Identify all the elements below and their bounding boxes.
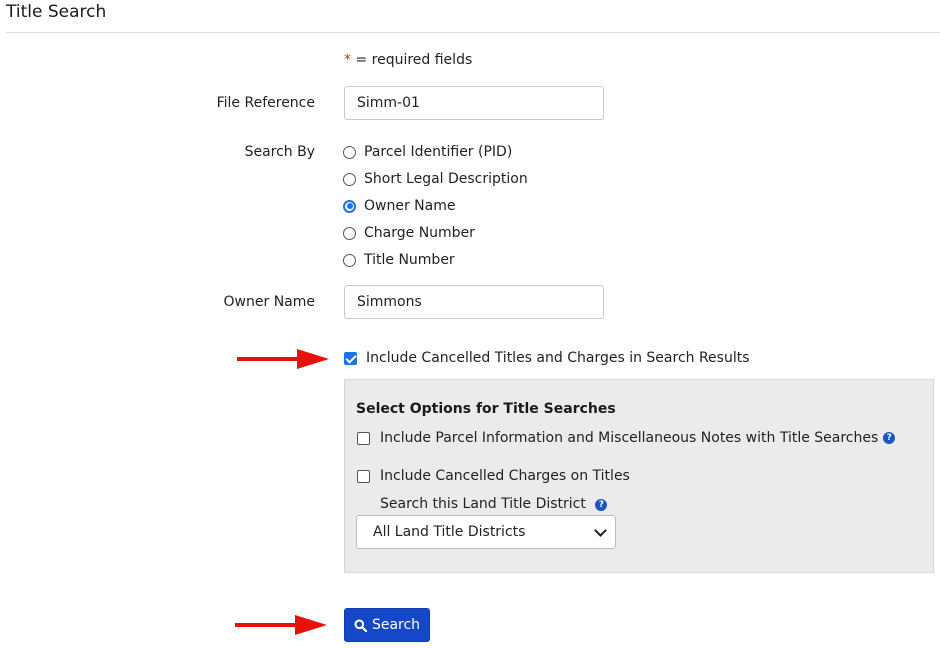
include-cancelled-option[interactable]: Include Cancelled Titles and Charges in … <box>344 350 750 366</box>
search-by-label: Search By <box>244 144 315 160</box>
radio-pid[interactable]: Parcel Identifier (PID) <box>343 142 512 162</box>
cancelled-charges-label: Include Cancelled Charges on Titles <box>380 468 630 484</box>
file-reference-input[interactable] <box>344 86 604 120</box>
radio-button-short-legal[interactable] <box>343 172 356 186</box>
radio-label-charge-number: Charge Number <box>364 225 475 241</box>
radio-charge-number[interactable]: Charge Number <box>343 223 475 243</box>
radio-button-owner-name[interactable] <box>343 199 356 213</box>
radio-label-owner-name: Owner Name <box>364 198 456 214</box>
question-circle-icon[interactable]: ? <box>883 432 896 444</box>
district-select[interactable]: All Land Title Districts <box>356 515 616 549</box>
radio-label-title-number: Title Number <box>364 252 455 268</box>
magnifier-icon <box>354 619 367 632</box>
include-cancelled-label: Include Cancelled Titles and Charges in … <box>366 350 750 366</box>
radio-button-pid[interactable] <box>343 145 356 159</box>
file-reference-label: File Reference <box>216 95 315 111</box>
parcel-info-option[interactable]: Include Parcel Information and Miscellan… <box>357 430 896 446</box>
district-label-text: Search this Land Title District <box>380 496 586 512</box>
required-star: * <box>344 52 351 68</box>
owner-name-label: Owner Name <box>223 294 315 310</box>
required-note-text: = required fields <box>355 52 473 68</box>
radio-short-legal[interactable]: Short Legal Description <box>343 169 528 189</box>
include-cancelled-checkbox[interactable] <box>344 351 357 365</box>
search-button-label: Search <box>371 617 421 633</box>
radio-button-charge-number[interactable] <box>343 226 356 240</box>
required-note: * = required fields <box>344 52 472 68</box>
red-arrow-icon <box>235 615 327 635</box>
cancelled-charges-checkbox[interactable] <box>357 469 370 483</box>
district-label: Search this Land Title District ? <box>380 496 608 512</box>
chevron-down-icon <box>594 523 607 537</box>
parcel-info-label: Include Parcel Information and Miscellan… <box>380 430 879 446</box>
radio-owner-name[interactable]: Owner Name <box>343 196 455 216</box>
parcel-info-checkbox[interactable] <box>357 431 370 445</box>
radio-title-number[interactable]: Title Number <box>343 250 455 270</box>
options-panel-heading: Select Options for Title Searches <box>356 401 616 417</box>
red-arrow-icon <box>237 349 329 369</box>
question-circle-icon[interactable]: ? <box>595 499 608 511</box>
district-select-value: All Land Title Districts <box>373 524 526 540</box>
title-divider <box>6 32 940 33</box>
cancelled-charges-option[interactable]: Include Cancelled Charges on Titles <box>357 468 630 484</box>
radio-label-pid: Parcel Identifier (PID) <box>364 144 513 160</box>
title-search-options-panel: Select Options for Title Searches Includ… <box>344 379 934 573</box>
radio-button-title-number[interactable] <box>343 253 356 267</box>
search-button[interactable]: Search <box>344 608 430 642</box>
owner-name-input[interactable] <box>344 285 604 319</box>
radio-label-short-legal: Short Legal Description <box>364 171 528 187</box>
page-title: Title Search <box>6 2 107 22</box>
